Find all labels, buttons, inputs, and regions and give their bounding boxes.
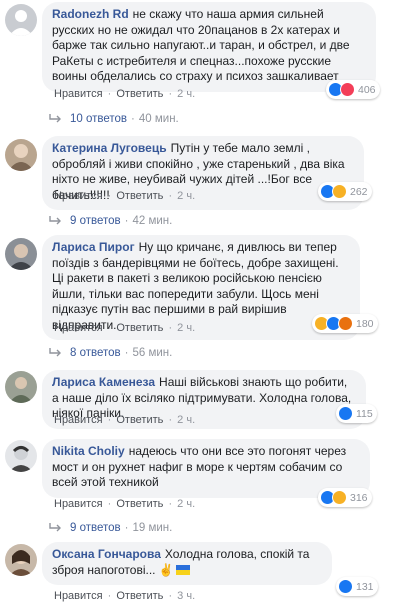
haha-reaction-icon xyxy=(332,490,347,505)
like-button[interactable]: Нравится xyxy=(54,190,103,202)
reactions-count: 180 xyxy=(356,317,374,330)
reactions-badge[interactable]: 131 xyxy=(336,577,378,596)
like-button[interactable]: Нравится xyxy=(54,88,103,100)
comment-time[interactable]: 2 ч. xyxy=(177,498,195,510)
like-button[interactable]: Нравится xyxy=(54,590,103,602)
comment-bubble: Radonezh Rd не скажу что наша армия сильн… xyxy=(42,2,376,92)
comment-author[interactable]: Nikita Choliy xyxy=(52,444,125,458)
comment-actions: Нравится · Ответить · 3 ч. xyxy=(54,590,195,602)
reactions-badge[interactable]: 262 xyxy=(318,182,372,201)
avatar[interactable] xyxy=(5,371,37,403)
haha-reaction-icon xyxy=(332,184,347,199)
replies-time: 56 мин. xyxy=(132,347,173,359)
like-reaction-icon xyxy=(338,579,353,594)
reactions-count: 131 xyxy=(356,580,374,593)
comment-time[interactable]: 3 ч. xyxy=(177,590,195,602)
avatar[interactable] xyxy=(5,4,37,36)
avatar[interactable] xyxy=(5,544,37,576)
reactions-count: 316 xyxy=(350,491,368,504)
like-button[interactable]: Нравится xyxy=(54,414,103,426)
comment-bubble: Оксана Гончарова Холодна голова, спокій т… xyxy=(42,542,332,585)
reply-button[interactable]: Ответить xyxy=(116,498,163,510)
separator: · xyxy=(168,322,173,334)
angry-reaction-icon xyxy=(338,316,353,331)
comment-time[interactable]: 2 ч. xyxy=(177,88,195,100)
reply-arrow-icon xyxy=(49,348,61,357)
separator: · xyxy=(168,590,173,602)
separator: · xyxy=(124,347,129,359)
separator: · xyxy=(168,190,173,202)
comment-time[interactable]: 2 ч. xyxy=(177,190,195,202)
separator: · xyxy=(107,498,112,510)
separator: · xyxy=(168,414,173,426)
comment-author[interactable]: Лариса Каменеза xyxy=(52,375,155,389)
reply-button[interactable]: Ответить xyxy=(116,322,163,334)
reactions-badge[interactable]: 115 xyxy=(336,404,377,423)
avatar[interactable] xyxy=(5,139,37,171)
view-replies-link[interactable]: 9 ответов · 19 мин. xyxy=(48,522,172,534)
reactions-count: 115 xyxy=(356,407,373,420)
reply-button[interactable]: Ответить xyxy=(116,590,163,602)
like-button[interactable]: Нравится xyxy=(54,322,103,334)
comment-time[interactable]: 2 ч. xyxy=(177,322,195,334)
reactions-badge[interactable]: 406 xyxy=(326,80,380,99)
separator: · xyxy=(168,498,173,510)
view-replies-link[interactable]: 10 ответов · 40 мин. xyxy=(48,113,179,125)
replies-count[interactable]: 8 ответов xyxy=(70,347,121,359)
reactions-badge[interactable]: 180 xyxy=(312,314,378,333)
comment-actions: Нравится · Ответить · 2 ч. xyxy=(54,88,195,100)
comment-actions: Нравится · Ответить · 2 ч. xyxy=(54,190,195,202)
comment-actions: Нравится · Ответить · 2 ч. xyxy=(54,414,195,426)
like-button[interactable]: Нравится xyxy=(54,498,103,510)
comment-bubble: Nikita Choliy надеюсь что они все это пог… xyxy=(42,439,370,498)
reactions-count: 406 xyxy=(358,83,376,96)
reply-arrow-icon xyxy=(49,523,61,532)
comment-author[interactable]: Лариса Пирог xyxy=(52,240,135,254)
view-replies-link[interactable]: 9 ответов · 42 мин. xyxy=(48,215,172,227)
replies-count[interactable]: 9 ответов xyxy=(70,215,121,227)
avatar[interactable] xyxy=(5,440,37,472)
separator: · xyxy=(124,522,129,534)
reply-button[interactable]: Ответить xyxy=(116,190,163,202)
replies-time: 19 мин. xyxy=(132,522,173,534)
comment-author[interactable]: Оксана Гончарова xyxy=(52,547,161,561)
avatar[interactable] xyxy=(5,238,37,270)
separator: · xyxy=(107,88,112,100)
replies-count[interactable]: 10 ответов xyxy=(70,113,127,125)
comment-actions: Нравится · Ответить · 2 ч. xyxy=(54,498,195,510)
separator: · xyxy=(107,322,112,334)
separator: · xyxy=(131,113,135,125)
ukraine-flag-icon xyxy=(175,565,190,576)
replies-count[interactable]: 9 ответов xyxy=(70,522,121,534)
comment-actions: Нравится · Ответить · 2 ч. xyxy=(54,322,195,334)
view-replies-link[interactable]: 8 ответов · 56 мин. xyxy=(48,347,172,359)
peace-hand-icon: ✌ xyxy=(158,562,174,577)
reply-arrow-icon xyxy=(49,114,61,123)
reply-button[interactable]: Ответить xyxy=(116,414,163,426)
reply-button[interactable]: Ответить xyxy=(116,88,163,100)
replies-time: 42 мин. xyxy=(132,215,173,227)
separator: · xyxy=(107,590,112,602)
separator: · xyxy=(107,190,112,202)
reactions-count: 262 xyxy=(350,185,368,198)
comment-time[interactable]: 2 ч. xyxy=(177,414,195,426)
separator: · xyxy=(107,414,112,426)
love-reaction-icon xyxy=(340,82,355,97)
replies-time: 40 мин. xyxy=(138,113,179,125)
comment-author[interactable]: Radonezh Rd xyxy=(52,7,129,21)
separator: · xyxy=(168,88,173,100)
comment-author[interactable]: Катерина Луговець xyxy=(52,141,167,155)
separator: · xyxy=(124,215,129,227)
reactions-badge[interactable]: 316 xyxy=(318,488,372,507)
like-reaction-icon xyxy=(338,406,353,421)
reply-arrow-icon xyxy=(49,216,61,225)
